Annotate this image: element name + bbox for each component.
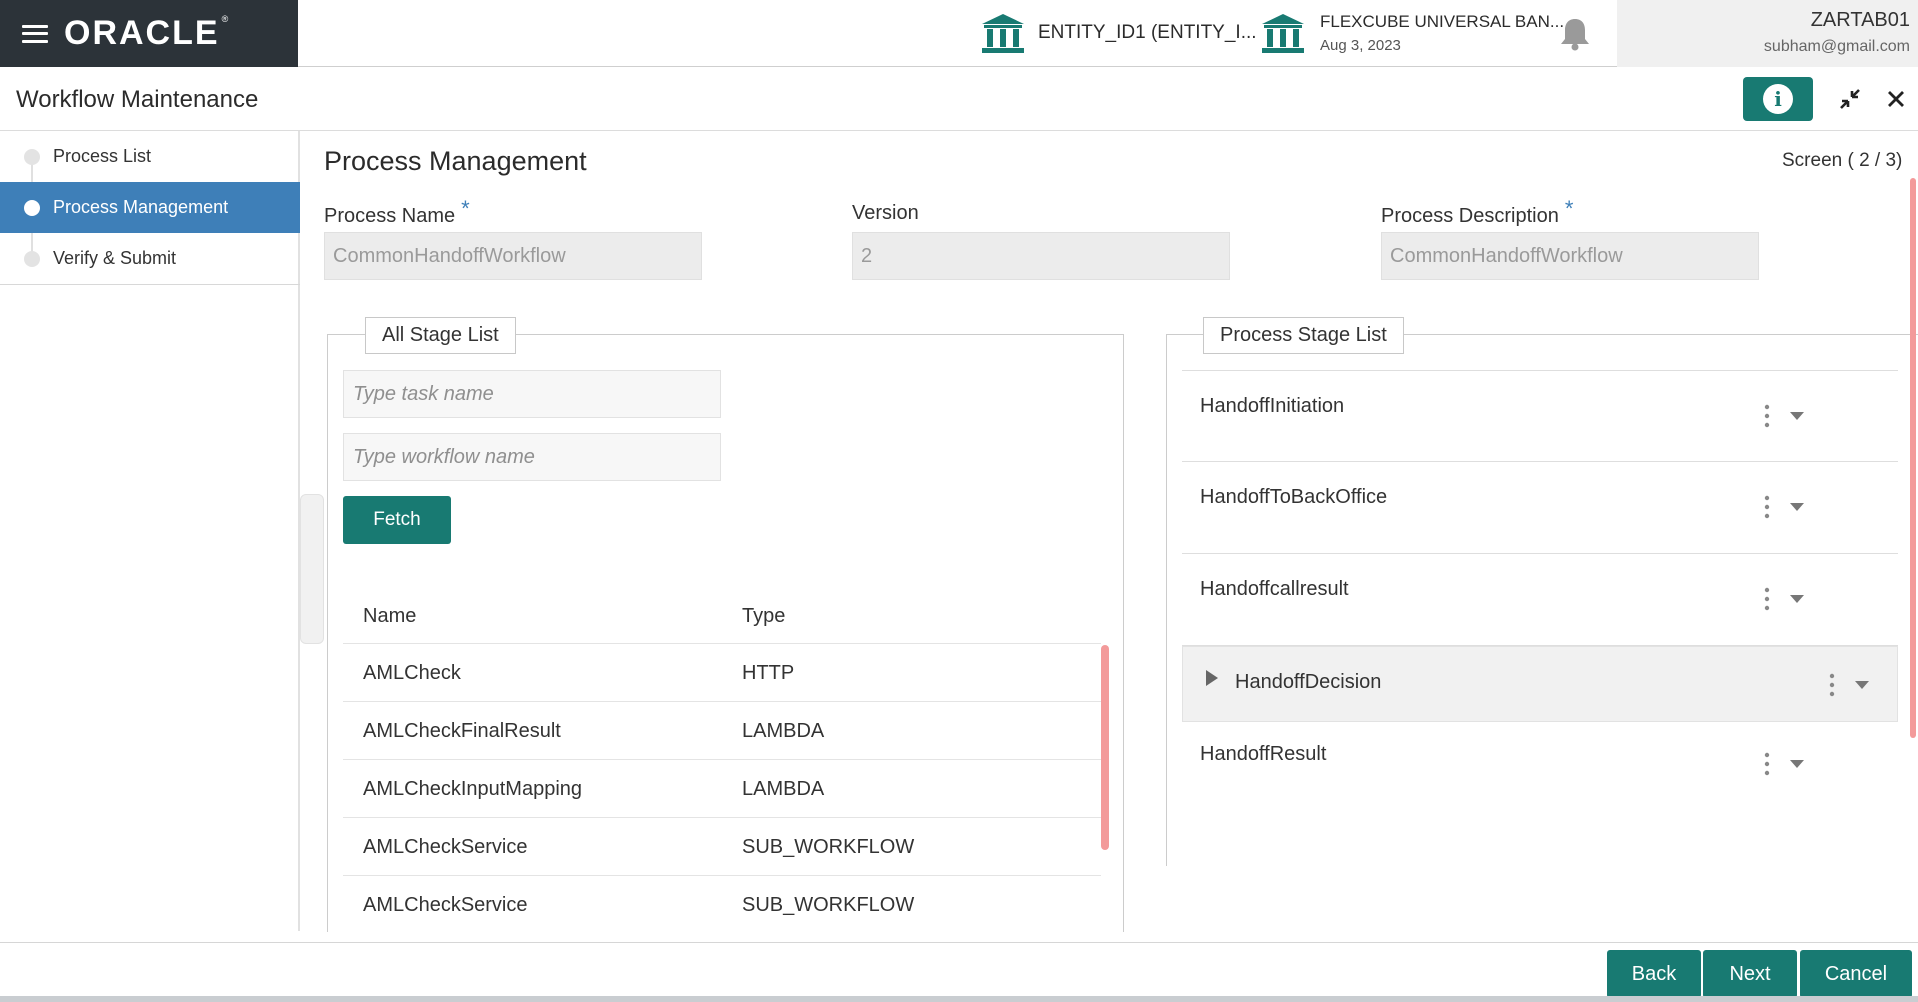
nav-item-process-management[interactable]: Process Management	[0, 182, 300, 233]
stage-item-label: HandoffResult	[1200, 743, 1327, 765]
workflow-name-input[interactable]	[343, 433, 721, 481]
stage-name-cell: AMLCheck	[363, 662, 461, 684]
stage-type-cell: HTTP	[742, 662, 795, 684]
process-name-field[interactable]	[324, 232, 702, 280]
chevron-down-icon[interactable]	[1789, 411, 1805, 421]
chevron-down-icon[interactable]	[1854, 680, 1870, 690]
info-icon: i	[1763, 84, 1793, 114]
step-dot-icon	[24, 148, 40, 165]
stage-name-cell: AMLCheckFinalResult	[363, 720, 561, 742]
notification-bell-icon[interactable]	[1558, 16, 1592, 52]
page-title: Workflow Maintenance	[16, 86, 259, 113]
task-name-input[interactable]	[343, 370, 721, 418]
stage-name-cell: AMLCheckInputMapping	[363, 778, 583, 800]
nav-item-label: Verify & Submit	[53, 248, 177, 268]
stage-item-label: HandoffDecision	[1235, 671, 1382, 693]
required-marker: *	[461, 196, 470, 221]
kebab-menu-icon[interactable]	[1762, 587, 1772, 611]
stage-type-cell: SUB_WORKFLOW	[742, 894, 915, 916]
next-button[interactable]: Next	[1703, 950, 1797, 998]
stage-item[interactable]: HandoffToBackOffice	[1182, 462, 1898, 554]
process-description-label: Process Description *	[1381, 196, 1574, 227]
column-header-type: Type	[742, 605, 786, 627]
bank-icon	[1262, 14, 1304, 53]
chevron-down-icon[interactable]	[1789, 594, 1805, 604]
footer-bar: Back Next Cancel	[0, 942, 1918, 1002]
step-dot-icon	[24, 250, 40, 267]
section-title: Process Management	[324, 146, 587, 176]
nav-resize-handle[interactable]	[300, 494, 324, 644]
chevron-down-icon[interactable]	[1789, 502, 1805, 512]
required-marker: *	[1564, 196, 1574, 221]
entity-selector-1[interactable]: ENTITY_ID1 (ENTITY_I...	[980, 8, 1257, 58]
cancel-button[interactable]: Cancel	[1800, 950, 1912, 998]
kebab-menu-icon[interactable]	[1762, 404, 1772, 428]
collapse-icon[interactable]	[1838, 87, 1862, 111]
stage-type-cell: LAMBDA	[742, 778, 825, 800]
chevron-down-icon[interactable]	[1789, 759, 1805, 769]
branch-date: Aug 3, 2023	[1320, 37, 1401, 54]
table-row[interactable]: AMLCheckService SUB_WORKFLOW	[343, 875, 1101, 933]
info-button[interactable]: i	[1743, 77, 1813, 121]
bank-icon	[982, 14, 1024, 53]
table-row[interactable]: AMLCheckFinalResult LAMBDA	[343, 701, 1101, 759]
process-name-label: Process Name *	[324, 196, 470, 227]
hamburger-menu-icon[interactable]	[22, 24, 48, 43]
process-stage-list-panel: Process Stage List HandoffInitiation Han…	[1166, 317, 1918, 866]
stage-name-cell: AMLCheckService	[363, 894, 528, 916]
entity-label: ENTITY_ID1 (ENTITY_I...	[1038, 22, 1257, 43]
stage-item-label: HandoffInitiation	[1200, 395, 1345, 417]
all-stage-list-legend: All Stage List	[365, 317, 516, 354]
entity-selector-2[interactable]: FLEXCUBE UNIVERSAL BAN... Aug 3, 2023	[1260, 8, 1564, 58]
left-navigation: Process List Process Management Verify &…	[0, 131, 300, 931]
table-row[interactable]: AMLCheckInputMapping LAMBDA	[343, 759, 1101, 817]
stage-item[interactable]: Handoffcallresult	[1182, 554, 1898, 646]
process-stage-list-legend: Process Stage List	[1203, 317, 1404, 354]
user-email: subham@gmail.com	[1763, 38, 1910, 55]
version-field[interactable]	[852, 232, 1230, 280]
screen-indicator: Screen ( 2 / 3)	[1782, 150, 1903, 171]
step-dot-icon	[24, 199, 40, 216]
column-header-name: Name	[363, 605, 417, 627]
version-label: Version	[852, 202, 919, 224]
nav-item-verify-submit[interactable]: Verify & Submit	[0, 233, 300, 284]
kebab-menu-icon[interactable]	[1762, 495, 1772, 519]
stage-item-label: Handoffcallresult	[1200, 578, 1349, 600]
stage-item[interactable]: HandoffInitiation	[1182, 370, 1898, 462]
stage-item-label: HandoffToBackOffice	[1200, 486, 1388, 508]
back-button[interactable]: Back	[1607, 950, 1701, 998]
kebab-menu-icon[interactable]	[1827, 673, 1837, 697]
window-titlebar: Workflow Maintenance i	[0, 67, 1918, 131]
bottom-edge	[0, 996, 1918, 1002]
stage-item-expanded[interactable]: HandoffDecision	[1182, 646, 1898, 722]
oracle-logo: ORACLE ®	[64, 14, 231, 52]
brand-area: ORACLE ®	[0, 0, 298, 67]
branch-name: FLEXCUBE UNIVERSAL BAN...	[1320, 12, 1565, 31]
table-row[interactable]: AMLCheck HTTP	[343, 643, 1101, 701]
process-description-field[interactable]	[1381, 232, 1759, 280]
expand-arrow-icon[interactable]	[1205, 669, 1219, 687]
stage-type-cell: LAMBDA	[742, 720, 825, 742]
fetch-button[interactable]: Fetch	[343, 496, 451, 544]
stage-item[interactable]: HandoffResult	[1182, 725, 1898, 817]
stage-name-cell: AMLCheckService	[363, 836, 528, 858]
kebab-menu-icon[interactable]	[1762, 752, 1772, 776]
all-stage-list-panel: All Stage List Fetch Name Type AMLCheck …	[327, 317, 1124, 935]
top-header: ORACLE ® ENTITY_ID1 (ENTITY_I... FLEXCUBE…	[0, 0, 1918, 67]
nav-item-label: Process Management	[53, 197, 229, 217]
nav-item-process-list[interactable]: Process List	[0, 131, 300, 182]
close-icon[interactable]	[1884, 87, 1908, 111]
table-row[interactable]: AMLCheckService SUB_WORKFLOW	[343, 817, 1101, 875]
stage-type-cell: SUB_WORKFLOW	[742, 836, 915, 858]
nav-divider	[0, 284, 300, 285]
user-profile[interactable]: ZARTAB01 subham@gmail.com	[1617, 0, 1918, 67]
page-scrollbar[interactable]	[1910, 178, 1916, 738]
table-scrollbar[interactable]	[1101, 645, 1109, 850]
nav-item-label: Process List	[53, 146, 152, 166]
stage-table: Name Type AMLCheck HTTP AMLCheckFinalRes…	[343, 605, 1101, 935]
user-id: ZARTAB01	[1810, 9, 1910, 31]
